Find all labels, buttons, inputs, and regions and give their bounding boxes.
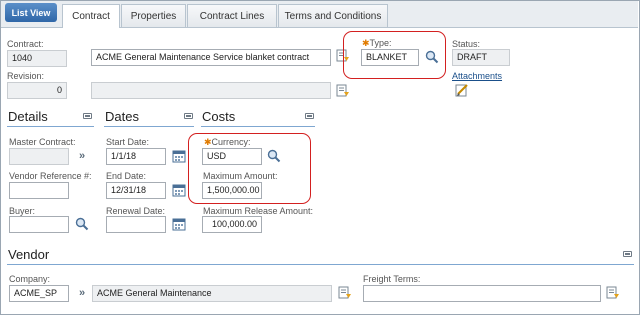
revision-label: Revision:	[7, 71, 45, 81]
vendor-reference-field[interactable]	[9, 182, 69, 199]
dates-section-title: Dates	[105, 109, 139, 124]
calendar-icon[interactable]	[172, 217, 186, 231]
status-field: DRAFT	[452, 49, 510, 66]
start-date-field[interactable]: 1/1/18	[106, 148, 166, 165]
details-section-title: Details	[8, 109, 48, 124]
vendor-reference-label: Vendor Reference #:	[9, 171, 92, 181]
collapse-icon[interactable]	[184, 113, 193, 119]
company-name-field: ACME General Maintenance	[92, 285, 332, 302]
maximum-release-amount-field[interactable]: 100,000.00	[202, 216, 262, 233]
list-view-button[interactable]: List View	[5, 3, 57, 22]
currency-label: ✱Currency:	[204, 137, 251, 147]
vendor-rule	[7, 264, 634, 265]
magnifier-icon[interactable]	[75, 217, 89, 231]
tab-contract-lines[interactable]: Contract Lines	[187, 4, 277, 27]
renewal-date-field[interactable]	[106, 216, 166, 233]
freight-terms-label: Freight Terms:	[363, 274, 421, 284]
detail-menu-icon[interactable]	[336, 84, 350, 98]
detail-menu-icon[interactable]	[606, 286, 620, 300]
required-star-icon: ✱	[362, 38, 370, 48]
magnifier-icon[interactable]	[425, 50, 439, 64]
description-field[interactable]: ACME General Maintenance Service blanket…	[91, 49, 331, 66]
type-field[interactable]: BLANKET	[361, 49, 419, 66]
buyer-field[interactable]	[9, 216, 69, 233]
maximum-amount-field[interactable]: 1,500,000.00	[202, 182, 262, 199]
tab-terms-and-conditions[interactable]: Terms and Conditions	[278, 4, 388, 27]
tab-contract[interactable]: Contract	[62, 4, 120, 28]
contract-field[interactable]: 1040	[7, 50, 67, 67]
revision-field: 0	[7, 82, 67, 99]
costs-rule	[201, 126, 315, 127]
start-date-label: Start Date:	[106, 137, 150, 147]
go-to-icon[interactable]: »	[76, 287, 88, 299]
freight-terms-field[interactable]	[363, 285, 601, 302]
form-frame	[0, 0, 640, 315]
details-rule	[7, 126, 94, 127]
collapse-icon[interactable]	[623, 251, 632, 257]
required-star-icon: ✱	[204, 137, 212, 147]
detail-menu-icon[interactable]	[338, 286, 352, 300]
tab-properties[interactable]: Properties	[121, 4, 186, 27]
revision-description-field	[91, 82, 331, 99]
end-date-field[interactable]: 12/31/18	[106, 182, 166, 199]
end-date-label: End Date:	[106, 171, 147, 181]
company-label: Company:	[9, 274, 51, 284]
status-label: Status:	[452, 39, 481, 49]
magnifier-icon[interactable]	[267, 149, 281, 163]
dates-rule	[104, 126, 194, 127]
costs-section-title: Costs	[202, 109, 236, 124]
attachments-link[interactable]: Attachments	[452, 71, 502, 81]
calendar-icon[interactable]	[172, 149, 186, 163]
master-contract-field	[9, 148, 69, 165]
renewal-date-label: Renewal Date:	[106, 206, 166, 216]
maximum-release-amount-label: Maximum Release Amount:	[203, 206, 314, 216]
master-contract-label: Master Contract:	[9, 137, 76, 147]
contract-label: Contract:	[7, 39, 44, 49]
calendar-icon[interactable]	[172, 183, 186, 197]
attachments-icon[interactable]	[455, 83, 469, 97]
currency-field[interactable]: USD	[202, 148, 262, 165]
buyer-label: Buyer:	[9, 206, 36, 216]
collapse-icon[interactable]	[83, 113, 92, 119]
maximum-amount-label: Maximum Amount:	[203, 171, 278, 181]
go-to-icon[interactable]: »	[76, 150, 88, 162]
vendor-section-title: Vendor	[8, 247, 50, 262]
type-label: ✱Type:	[362, 38, 392, 48]
collapse-icon[interactable]	[305, 113, 314, 119]
company-field[interactable]: ACME_SP	[9, 285, 69, 302]
